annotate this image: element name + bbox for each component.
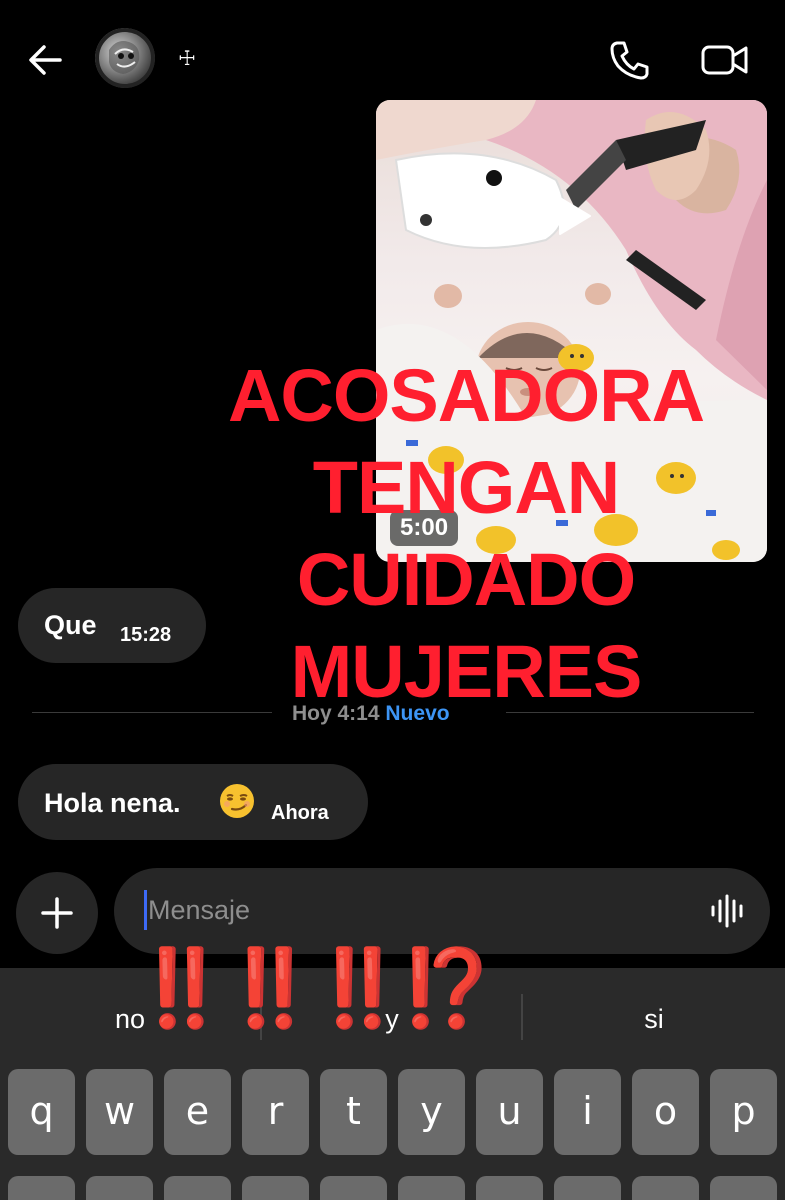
overlay-line: MUJERES — [290, 630, 643, 713]
message-bubble[interactable]: Que 15:28 — [18, 588, 206, 663]
key-r[interactable]: r — [242, 1069, 309, 1155]
phone-icon — [610, 41, 649, 80]
video-call-button[interactable] — [700, 40, 750, 80]
message-time: Ahora — [271, 802, 329, 824]
keyboard-key[interactable] — [8, 1176, 75, 1200]
arrow-left-icon — [29, 45, 62, 75]
message-placeholder: Mensaje — [148, 895, 251, 925]
key-y[interactable]: y — [398, 1069, 465, 1155]
keyboard-key[interactable] — [242, 1176, 309, 1200]
text-caret — [144, 890, 147, 930]
message-time: 15:28 — [120, 624, 172, 646]
call-button[interactable] — [608, 38, 652, 82]
contact-name[interactable]: ☩ — [178, 46, 196, 70]
play-icon[interactable] — [554, 194, 594, 238]
key-e[interactable]: e — [164, 1069, 231, 1155]
keyboard-key[interactable] — [554, 1176, 621, 1200]
key-i[interactable]: i — [554, 1069, 621, 1155]
suggestion-separator — [521, 994, 523, 1040]
key-p[interactable]: p — [710, 1069, 777, 1155]
plus-icon — [41, 897, 73, 929]
message-text: Hola nena. — [44, 788, 181, 818]
smirk-emoji-icon — [220, 784, 254, 818]
overlay-line: ACOSADORA — [227, 354, 705, 437]
video-camera-icon — [701, 45, 748, 75]
message-text: Que — [44, 610, 97, 640]
suggestion-si[interactable]: si — [584, 1004, 724, 1035]
message-input[interactable]: Mensaje — [114, 868, 770, 954]
message-bubble[interactable]: Hola nena. Ahora — [18, 764, 368, 840]
voice-wave-icon[interactable] — [710, 894, 746, 928]
key-o[interactable]: o — [632, 1069, 699, 1155]
keyboard-key[interactable] — [476, 1176, 543, 1200]
keyboard-key[interactable] — [320, 1176, 387, 1200]
keyboard-key[interactable] — [632, 1176, 699, 1200]
overlay-line: CUIDADO — [296, 538, 636, 621]
avatar[interactable] — [95, 28, 155, 88]
exclamation-overlay: ‼️‼️‼️⁉️ — [134, 946, 495, 1031]
avatar-image — [95, 28, 155, 88]
warning-overlay-text: ACOSADORA TENGAN CUIDADO MUJERES — [186, 350, 746, 718]
keyboard-key[interactable] — [398, 1176, 465, 1200]
back-button[interactable] — [26, 40, 66, 80]
key-t[interactable]: t — [320, 1069, 387, 1155]
add-attachment-button[interactable] — [16, 872, 98, 954]
key-w[interactable]: w — [86, 1069, 153, 1155]
key-u[interactable]: u — [476, 1069, 543, 1155]
keyboard-key[interactable] — [710, 1176, 777, 1200]
key-q[interactable]: q — [8, 1069, 75, 1155]
keyboard-key[interactable] — [164, 1176, 231, 1200]
overlay-line: TENGAN — [312, 446, 620, 529]
keyboard-key[interactable] — [86, 1176, 153, 1200]
chat-header: ☩ — [0, 0, 785, 110]
